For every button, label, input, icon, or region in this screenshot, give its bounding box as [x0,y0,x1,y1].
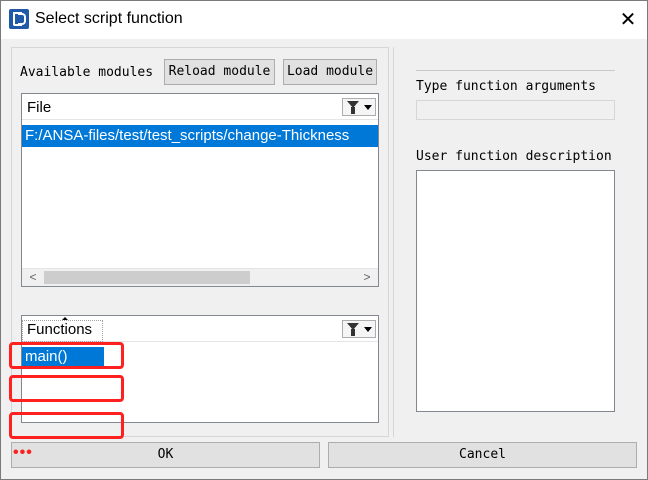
window-title: Select script function [35,10,183,27]
more-dots-marker: ••• [13,444,33,461]
horizontal-scrollbar[interactable]: < > [22,268,378,286]
ok-button[interactable]: OK [11,442,320,468]
app-icon [9,9,29,29]
arrow-right-icon[interactable]: > [358,269,376,286]
chevron-down-icon [364,105,372,110]
arrow-left-icon[interactable]: < [24,269,42,286]
available-modules-label: Available modules [20,65,154,80]
filter-icon [347,101,359,114]
function-description-label: User function description [416,149,612,164]
function-arguments-field[interactable] [416,100,615,120]
file-filter-button[interactable] [342,98,376,116]
title-bar: Select script function ✕ [1,1,647,39]
modules-file-list[interactable]: File F:/ANSA-files/test/test_scripts/cha… [21,93,379,287]
functions-column-header[interactable]: Functions [27,321,92,338]
highlight-box [9,375,124,402]
chevron-down-icon [364,327,372,332]
divider [416,70,615,71]
close-button[interactable]: ✕ [613,5,643,35]
file-column-header[interactable]: File [27,99,51,116]
file-list-item[interactable]: F:/ANSA-files/test/test_scripts/change-T… [22,125,378,147]
filter-icon [347,323,359,336]
highlight-box [9,342,124,369]
functions-list[interactable]: Functions main() [21,315,379,423]
reload-module-button[interactable]: Reload module [164,59,275,85]
highlight-box [9,412,124,439]
dialog-window: Select script function ✕ Available modul… [0,0,648,480]
functions-filter-button[interactable] [342,320,376,338]
function-arguments-label: Type function arguments [416,79,597,94]
cancel-button[interactable]: Cancel [328,442,637,468]
functions-list-header: Functions [22,316,378,342]
load-module-button[interactable]: Load module [283,59,377,85]
function-description-box [416,170,615,412]
file-list-header: File [22,94,378,120]
scrollbar-thumb[interactable] [44,271,250,284]
